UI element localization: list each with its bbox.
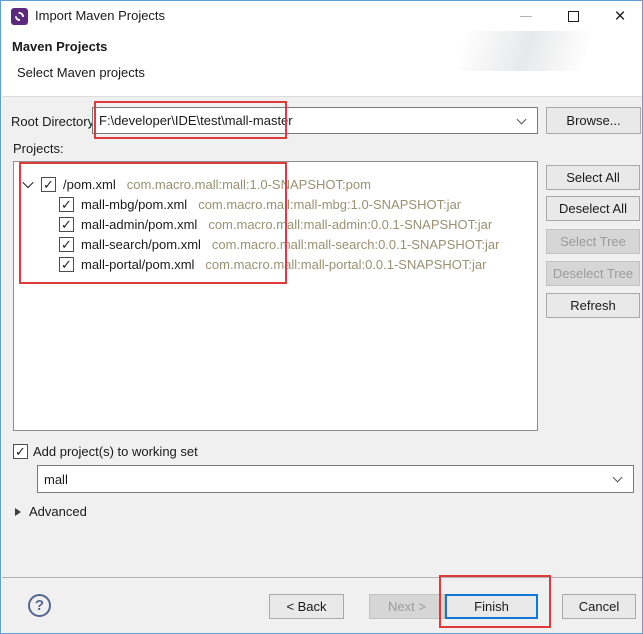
button-bar: ? < Back Next > Finish Cancel [2,577,643,634]
tree-item-artifact: com.macro.mall:mall-mbg:1.0-SNAPSHOT:jar [198,197,461,212]
import-maven-projects-dialog: Import Maven Projects × Maven Projects S… [0,0,643,634]
minimize-icon [520,16,532,17]
chevron-down-icon[interactable] [613,473,623,483]
select-all-button[interactable]: Select All [546,165,640,190]
finish-button[interactable]: Finish [445,594,538,619]
tree-item-label: mall-mbg/pom.xml [81,197,187,212]
working-set-label: Add project(s) to working set [33,444,198,459]
checkbox-mall-portal[interactable]: ✓ [59,257,74,272]
projects-label: Projects: [13,141,64,156]
tree-item-artifact: com.macro.mall:mall-admin:0.0.1-SNAPSHOT… [208,217,492,232]
advanced-expander[interactable]: Advanced [15,504,87,519]
deselect-tree-button: Deselect Tree [546,261,640,286]
chevron-down-icon[interactable] [517,114,527,124]
tree-item-label: /pom.xml [63,177,116,192]
minimize-button [506,1,546,31]
tree-item-label: mall-search/pom.xml [81,237,201,252]
advanced-label: Advanced [29,504,87,519]
maximize-button[interactable] [553,1,593,31]
header-gradient [383,31,643,71]
select-tree-button: Select Tree [546,229,640,254]
working-set-value[interactable]: mall [38,472,614,487]
tree-item-mall-portal[interactable]: ✓ mall-portal/pom.xml com.macro.mall:mal… [14,254,537,274]
window-title: Import Maven Projects [35,8,165,23]
deselect-all-button[interactable]: Deselect All [546,196,640,221]
tree-item-artifact: com.macro.mall:mall-search:0.0.1-SNAPSHO… [212,237,500,252]
tree-item-artifact: com.macro.mall:mall:1.0-SNAPSHOT:pom [127,177,371,192]
question-mark-icon: ? [35,597,44,614]
browse-button[interactable]: Browse... [546,107,641,134]
refresh-button[interactable]: Refresh [546,293,640,318]
wizard-title: Maven Projects [12,39,107,54]
wizard-header: Maven Projects Select Maven projects [2,31,643,97]
checkbox-mall-admin[interactable]: ✓ [59,217,74,232]
gear-icon [15,12,24,21]
maven-import-icon [11,8,28,25]
working-set-combo[interactable]: mall [37,465,634,493]
chevron-down-icon[interactable] [22,177,33,188]
wizard-content: Root Directory: F:\developer\IDE\test\ma… [2,97,643,577]
triangle-right-icon [15,508,21,516]
next-button: Next > [369,594,445,619]
tree-item-label: mall-admin/pom.xml [81,217,197,232]
wizard-subtitle: Select Maven projects [17,65,145,80]
checkbox-mall-search[interactable]: ✓ [59,237,74,252]
checkbox-root-pom[interactable]: ✓ [41,177,56,192]
tree-item-label: mall-portal/pom.xml [81,257,194,272]
tree-item-artifact: com.macro.mall:mall-portal:0.0.1-SNAPSHO… [205,257,486,272]
root-directory-label: Root Directory: [11,114,98,129]
working-set-checkbox-row[interactable]: ✓ Add project(s) to working set [13,444,198,459]
checkbox-mall-mbg[interactable]: ✓ [59,197,74,212]
cancel-button[interactable]: Cancel [562,594,636,619]
root-directory-combo[interactable]: F:\developer\IDE\test\mall-master [92,107,538,134]
back-button[interactable]: < Back [269,594,344,619]
working-set-checkbox[interactable]: ✓ [13,444,28,459]
tree-item-mall-admin[interactable]: ✓ mall-admin/pom.xml com.macro.mall:mall… [14,214,537,234]
maximize-icon [568,11,579,22]
tree-item-root-pom[interactable]: ✓ /pom.xml com.macro.mall:mall:1.0-SNAPS… [14,174,537,194]
projects-tree[interactable]: ✓ /pom.xml com.macro.mall:mall:1.0-SNAPS… [13,161,538,431]
tree-item-mall-mbg[interactable]: ✓ mall-mbg/pom.xml com.macro.mall:mall-m… [14,194,537,214]
help-button[interactable]: ? [28,594,51,617]
root-directory-value[interactable]: F:\developer\IDE\test\mall-master [93,113,518,128]
titlebar: Import Maven Projects × [1,1,642,31]
close-button[interactable]: × [600,1,640,31]
close-icon: × [614,7,625,26]
tree-item-mall-search[interactable]: ✓ mall-search/pom.xml com.macro.mall:mal… [14,234,537,254]
